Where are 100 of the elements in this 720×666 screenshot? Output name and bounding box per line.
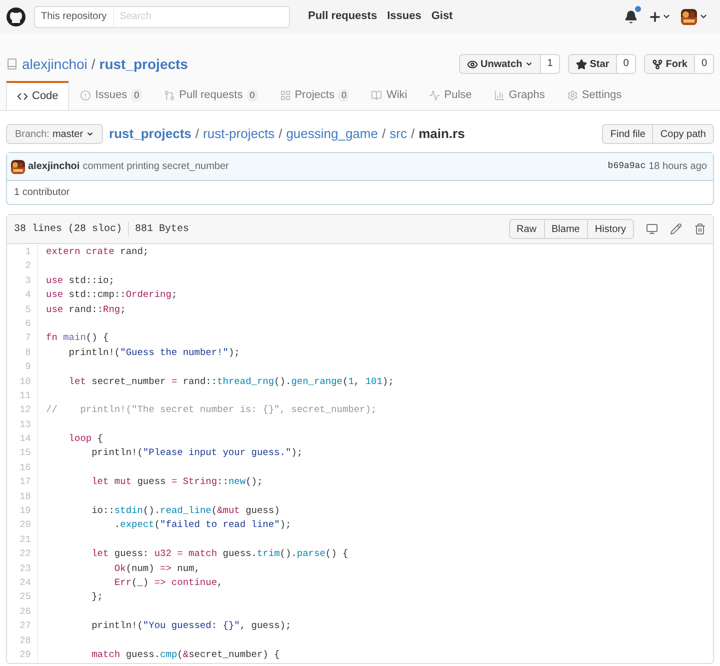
- code-line: println!("Guess the number!");: [37, 346, 240, 360]
- repo-tab[interactable]: Projects 0: [268, 81, 360, 110]
- line-number: 25: [18, 590, 32, 604]
- edit-icon[interactable]: [670, 223, 682, 235]
- repo-name-link[interactable]: rust_projects: [99, 54, 188, 74]
- desktop-icon[interactable]: [646, 223, 658, 235]
- line-number: 8: [24, 346, 32, 360]
- pulse-icon: [429, 90, 440, 101]
- commit-message[interactable]: comment printing secret_number: [82, 159, 229, 174]
- commit-time: 18 hours ago: [648, 160, 708, 174]
- code-line: match guess.cmp(&secret_number) {: [37, 648, 280, 662]
- file-action-button[interactable]: Find file: [602, 124, 654, 144]
- file-line-count: 38 lines (28 sloc): [14, 222, 130, 236]
- avatar: [681, 8, 697, 24]
- code-line: extern crate rand;: [37, 245, 149, 260]
- counter[interactable]: 0: [617, 54, 636, 74]
- line-number: 17: [18, 475, 32, 490]
- tab-counter: 0: [246, 88, 258, 102]
- code-line: println!("Please input your guess.");: [37, 446, 303, 461]
- bar-chart-icon: [494, 90, 505, 101]
- path-separator: /: [382, 125, 386, 144]
- line-number: 4: [24, 288, 32, 302]
- avatar: [11, 160, 25, 174]
- nav-link[interactable]: Gist: [431, 8, 453, 25]
- counter[interactable]: 0: [695, 54, 714, 74]
- line-number: 29: [18, 648, 32, 662]
- file-name[interactable]: main.rs: [418, 124, 465, 144]
- repo-tab[interactable]: Pull requests 0: [153, 81, 269, 110]
- nav-link[interactable]: Issues: [387, 8, 422, 25]
- repo-tab[interactable]: Settings: [556, 81, 633, 110]
- line-number: 22: [18, 547, 32, 562]
- code-icon: [17, 91, 28, 102]
- breadcrumb-link[interactable]: rust_projects: [109, 124, 192, 144]
- caret-icon: [525, 60, 534, 68]
- branch-select[interactable]: Branch: master: [6, 124, 104, 144]
- line-number: 2: [24, 259, 32, 274]
- breadcrumb-link[interactable]: rust-projects: [203, 124, 275, 144]
- repo-tab[interactable]: Graphs: [482, 81, 556, 110]
- code-line: io::stdin().read_line(&mut guess): [37, 504, 280, 518]
- file-size: 881 Bytes: [134, 222, 190, 236]
- repo-action-button[interactable]: Unwatch: [458, 54, 542, 74]
- code-line: use rand::Rng;: [37, 302, 126, 317]
- line-number: 9: [24, 360, 32, 374]
- file-view-button[interactable]: History: [588, 219, 634, 239]
- line-number: 10: [18, 374, 32, 389]
- nav-link[interactable]: Pull requests: [308, 8, 378, 25]
- code-line: let mut guess = String::new();: [37, 475, 263, 490]
- pull-request-icon: [164, 90, 176, 101]
- repo-action-button[interactable]: Fork: [644, 54, 696, 74]
- file-view-button[interactable]: Blame: [544, 219, 588, 239]
- line-number: 20: [18, 518, 32, 532]
- file-view-button[interactable]: Raw: [508, 219, 545, 239]
- commit-sha[interactable]: b69a9ac: [608, 160, 646, 174]
- line-number: 7: [24, 331, 32, 346]
- repo-tab[interactable]: Pulse: [418, 81, 483, 110]
- line-number: 23: [18, 562, 32, 576]
- contributors-count[interactable]: 1 contributor: [14, 185, 70, 200]
- repo-tab[interactable]: Wiki: [360, 81, 418, 110]
- line-number: 26: [18, 604, 32, 619]
- code-line: use std::cmp::Ordering;: [37, 288, 178, 303]
- file-action-button[interactable]: Copy path: [653, 124, 714, 144]
- line-number: 3: [24, 274, 32, 288]
- delete-icon[interactable]: [694, 223, 706, 235]
- settings-icon: [566, 90, 578, 101]
- alert-circle-icon: [80, 90, 92, 101]
- code-line: let secret_number = rand::thread_rng().gen_range(1, 101);: [37, 374, 394, 389]
- owner-link[interactable]: alexjinchoi: [22, 54, 88, 74]
- path-separator: /: [410, 125, 415, 144]
- tab-counter: 0: [131, 88, 142, 102]
- repo-tab[interactable]: Issues 0: [69, 81, 154, 110]
- line-number: 21: [18, 532, 32, 547]
- tab-counter: 0: [338, 88, 350, 102]
- star-icon: [576, 58, 587, 70]
- path-separator: /: [91, 54, 96, 74]
- line-number: 6: [24, 316, 32, 331]
- code-line: fn main() {: [37, 331, 109, 346]
- breadcrumb-link[interactable]: src: [390, 124, 407, 144]
- plus-icon[interactable]: [648, 10, 662, 24]
- logo-icon[interactable]: [6, 6, 26, 26]
- line-number: 11: [18, 388, 32, 403]
- caret-icon[interactable]: [699, 12, 708, 21]
- eye-icon: [466, 58, 478, 70]
- breadcrumb-link[interactable]: guessing_game: [286, 124, 378, 144]
- code-line: loop {: [37, 432, 104, 446]
- line-number: 15: [18, 446, 32, 460]
- repo-tab[interactable]: Code: [6, 81, 70, 110]
- commit-author-link[interactable]: alexjinchoi: [28, 159, 80, 174]
- search-scope-label: This repository: [35, 6, 114, 26]
- line-number: 13: [18, 418, 32, 432]
- line-number: 14: [18, 432, 32, 446]
- path-separator: /: [278, 125, 282, 144]
- line-number: 16: [18, 460, 32, 475]
- repo-action-button[interactable]: Star: [568, 54, 618, 74]
- counter[interactable]: 1: [541, 54, 560, 74]
- line-number: 5: [24, 302, 32, 317]
- code-line: };: [37, 590, 104, 605]
- line-number: 24: [18, 576, 32, 590]
- code-line: use std::io;: [37, 274, 114, 288]
- caret-icon[interactable]: [662, 12, 671, 21]
- line-number: 19: [18, 504, 32, 518]
